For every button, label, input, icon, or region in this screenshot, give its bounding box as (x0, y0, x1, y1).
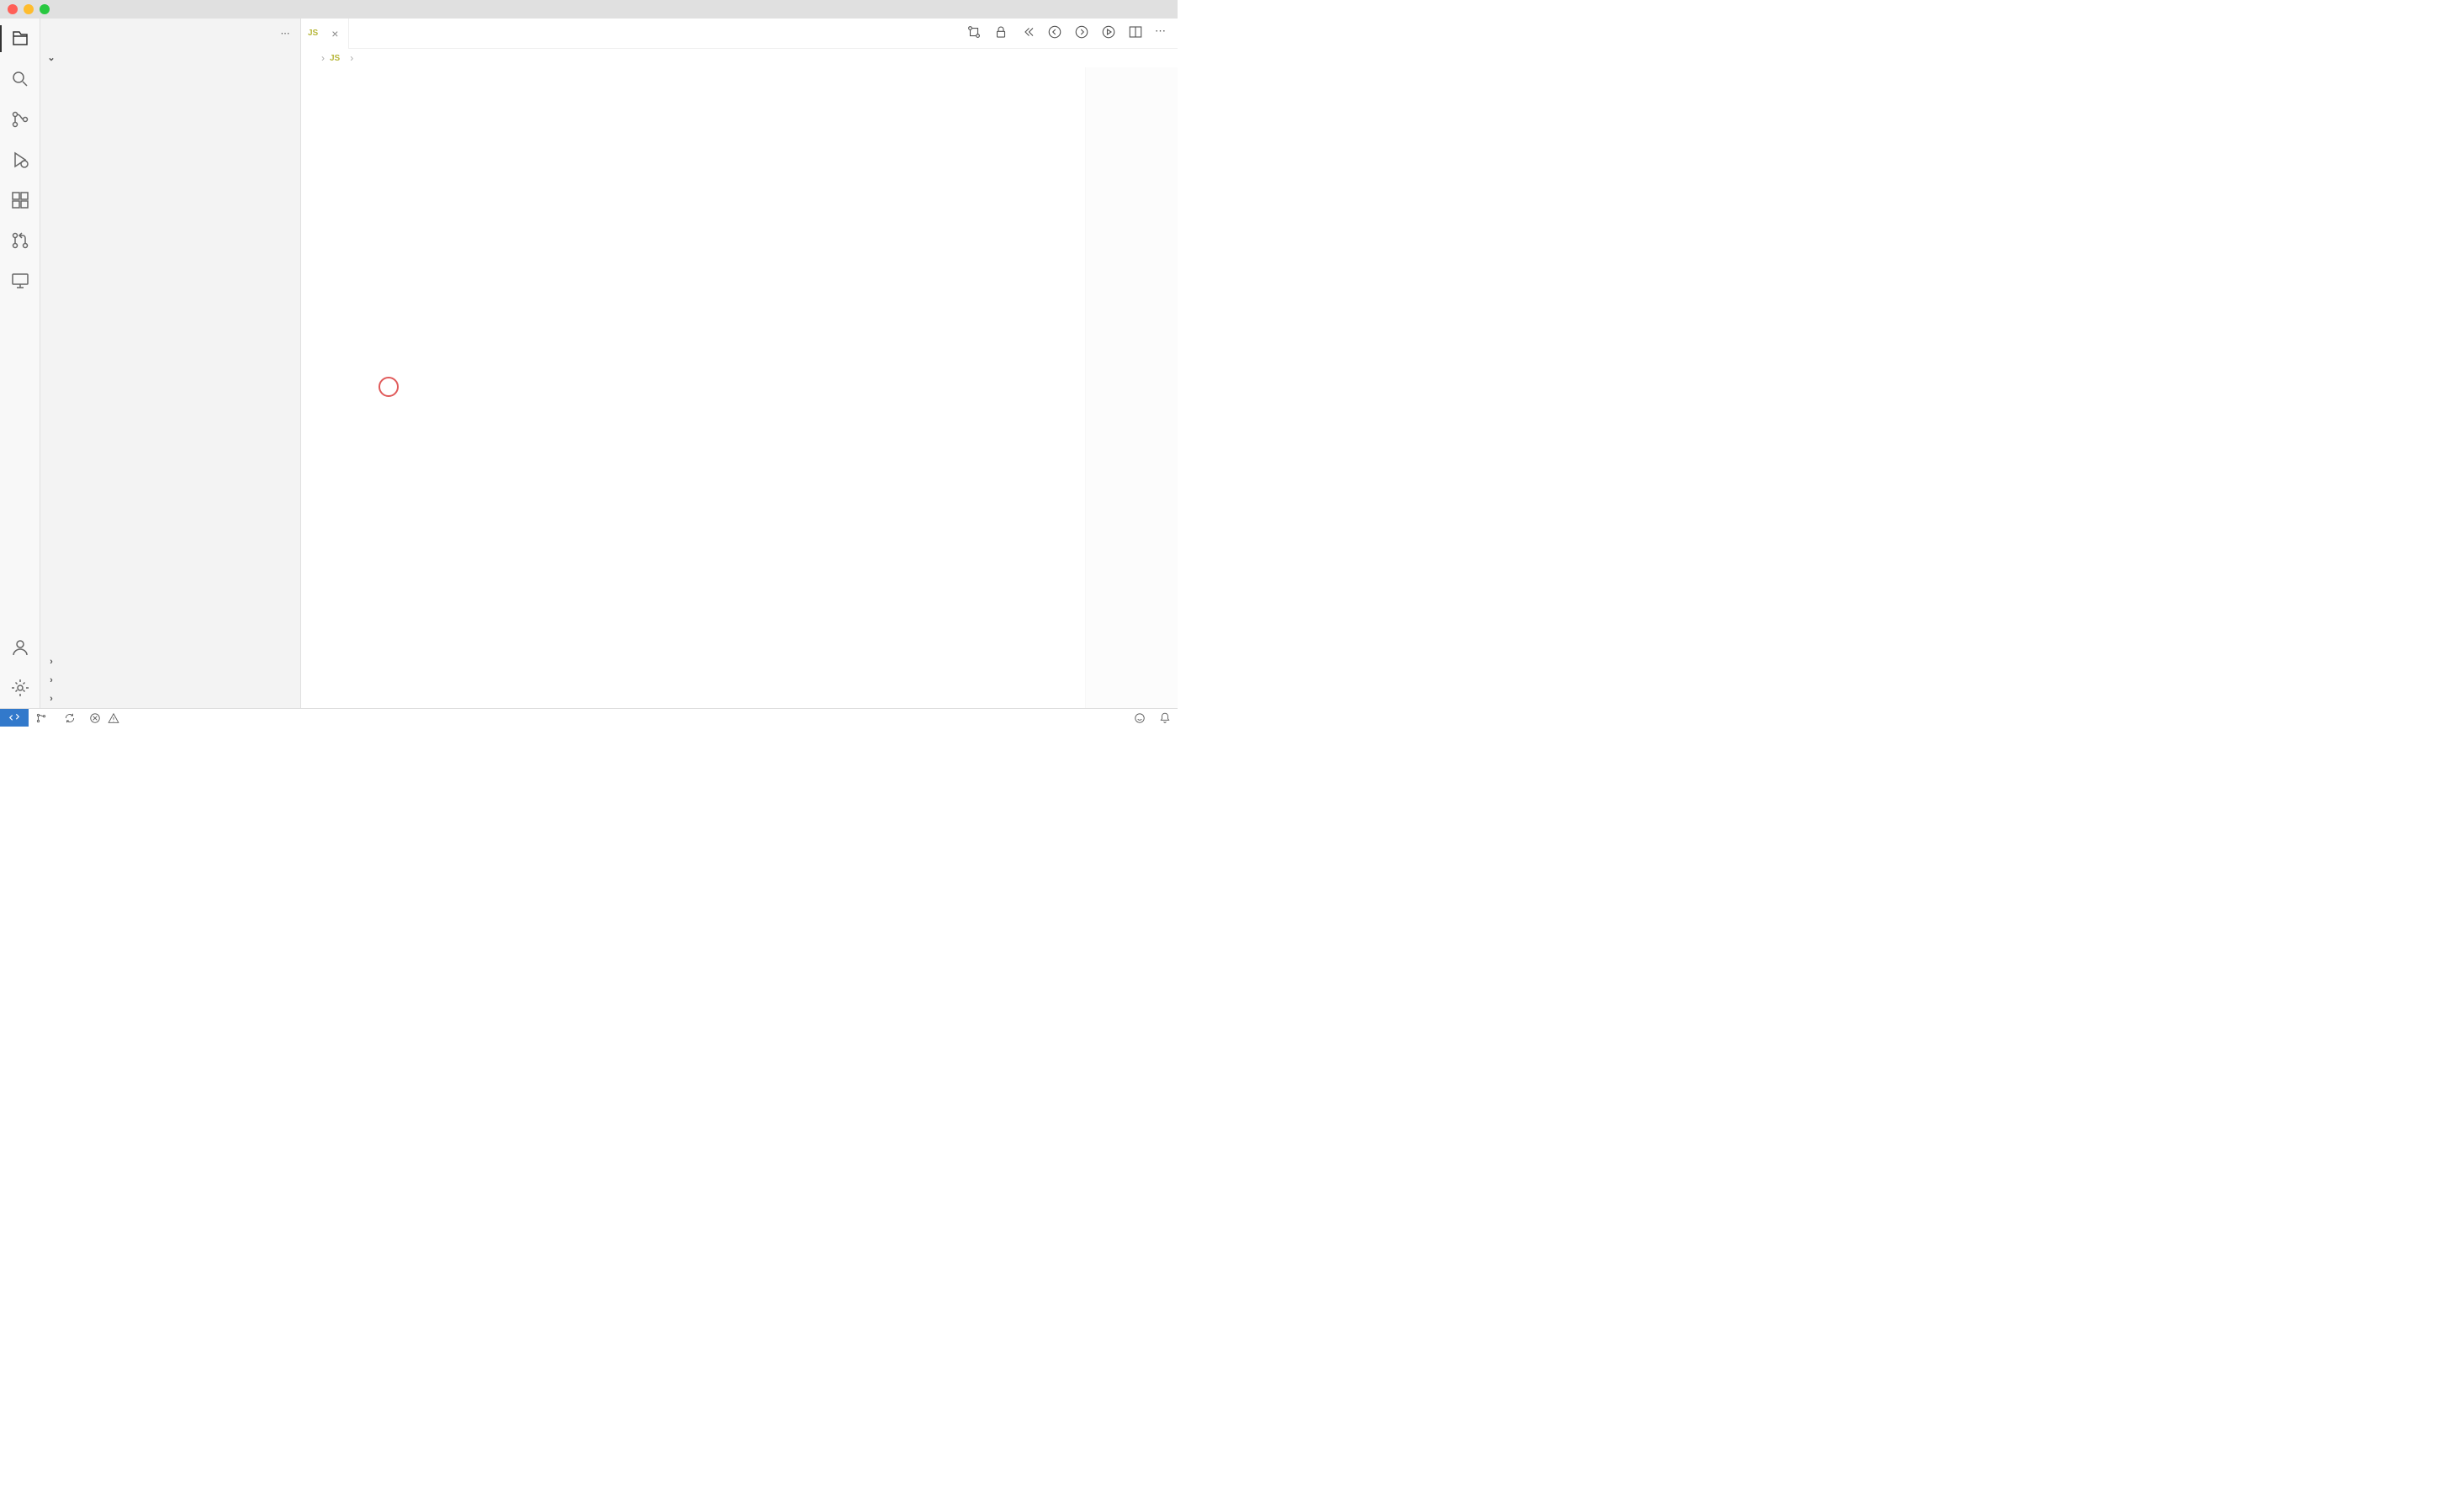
folder-section-header[interactable]: ⌄ (40, 48, 300, 66)
tabs-bar: JS × ⋯ (301, 19, 1178, 49)
breadcrumb[interactable]: › JS › (301, 49, 1178, 67)
sync-status[interactable] (57, 709, 82, 727)
remote-indicator[interactable] (0, 709, 29, 727)
split-editor-icon[interactable] (1128, 24, 1143, 42)
editor-actions: ⋯ (966, 24, 1178, 42)
notifications-icon[interactable] (1152, 712, 1178, 724)
extensions-icon[interactable] (8, 188, 32, 212)
code-editor[interactable] (301, 67, 1178, 708)
search-icon[interactable] (8, 67, 32, 91)
line-numbers (301, 67, 343, 708)
titlebar (0, 0, 1178, 19)
git-branch-status[interactable] (29, 709, 57, 727)
close-tab-icon[interactable]: × (328, 27, 341, 40)
close-window-button[interactable] (8, 4, 18, 14)
auto-attach-status[interactable] (130, 709, 143, 727)
status-bar (0, 708, 1178, 727)
source-control-icon[interactable] (8, 108, 32, 131)
settings-gear-icon[interactable] (8, 676, 32, 700)
minimize-window-button[interactable] (24, 4, 34, 14)
sidebar: ⋯ ⌄ › › › (40, 19, 301, 708)
outline-header[interactable]: › (40, 653, 300, 671)
remote-explorer-icon[interactable] (8, 269, 32, 293)
js-file-icon: JS (330, 54, 340, 63)
js-file-icon: JS (308, 29, 318, 38)
editor-group: JS × ⋯ › JS › (301, 19, 1178, 708)
window-controls (0, 4, 50, 14)
minimap[interactable] (1085, 67, 1178, 708)
sidebar-title: ⋯ (40, 19, 300, 48)
readonly-lock-icon[interactable] (993, 24, 1008, 42)
nav-prev-icon[interactable] (1047, 24, 1062, 42)
go-back-icon[interactable] (1020, 24, 1035, 42)
compare-changes-icon[interactable] (966, 24, 982, 42)
github-pr-icon[interactable] (8, 229, 32, 252)
more-actions-icon[interactable]: ⋯ (1155, 24, 1166, 42)
feedback-icon[interactable] (1127, 712, 1152, 724)
explorer-icon[interactable] (8, 27, 32, 50)
code-content[interactable] (343, 67, 1178, 708)
notebook-header[interactable]: › (40, 690, 300, 708)
tab-active[interactable]: JS × (301, 19, 349, 49)
click-indicator (379, 377, 399, 397)
timeline-header[interactable]: › (40, 671, 300, 690)
problems-status[interactable] (82, 709, 130, 727)
activity-bar (0, 19, 40, 708)
file-tree (40, 66, 300, 653)
run-debug-icon[interactable] (8, 148, 32, 172)
account-icon[interactable] (8, 636, 32, 659)
maximize-window-button[interactable] (40, 4, 50, 14)
nav-next-icon[interactable] (1074, 24, 1089, 42)
run-file-icon[interactable] (1101, 24, 1116, 42)
more-icon[interactable]: ⋯ (281, 28, 291, 39)
